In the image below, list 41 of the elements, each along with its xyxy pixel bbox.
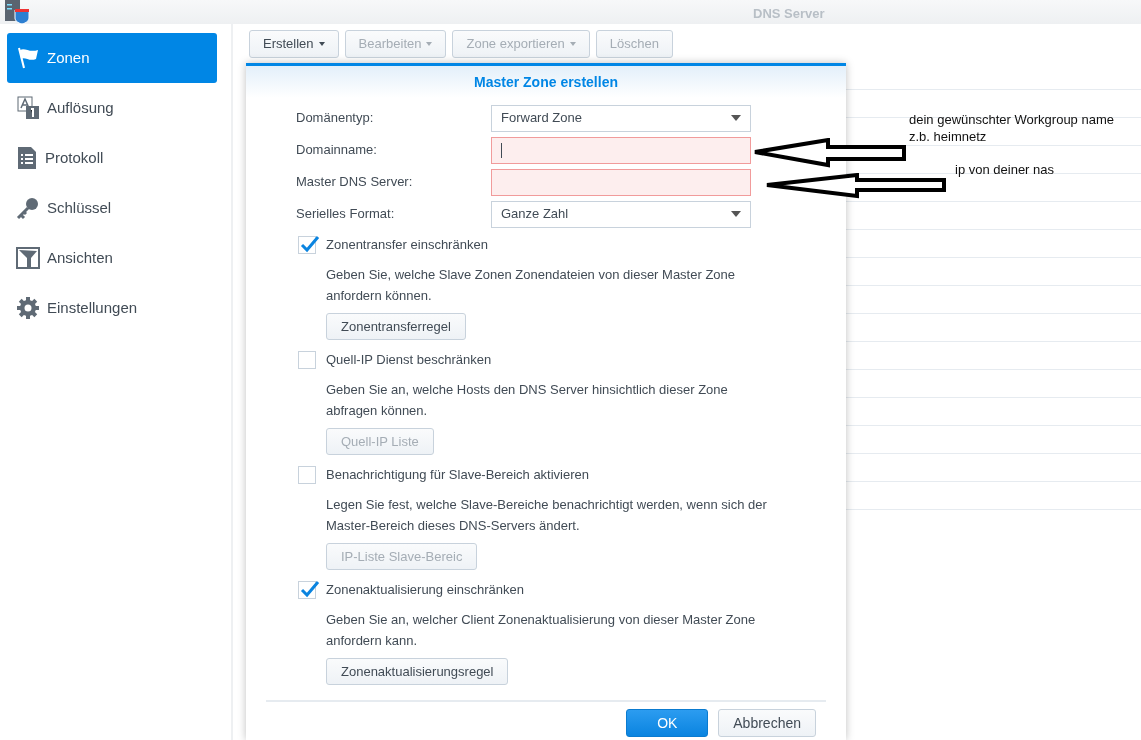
rule-button[interactable]: Zonentransferregel (326, 313, 466, 340)
checkbox-label: Zonentransfer einschränken (326, 236, 488, 255)
description-text: Legen Sie fest, welche Slave-Bereiche benachrichtigt werden, wenn sich der Master-Bereich dieses DNS-Servers ändert. (326, 496, 768, 535)
rule-button[interactable]: Zonenaktualisierungsregel (326, 658, 509, 685)
field-label: Domainname: (296, 141, 378, 160)
sidebar-item[interactable]: Protokoll (7, 133, 217, 183)
description-text: Geben Sie an, welcher Client Zonenaktualisierung von dieser Master Zone anfordern kann. (326, 611, 757, 650)
flag-icon (16, 46, 40, 70)
sidebar-item[interactable]: Schlüssel (7, 183, 217, 233)
input-field[interactable] (491, 168, 751, 196)
checkbox[interactable] (298, 466, 316, 484)
annotation-text: ip von deiner nas (955, 161, 1054, 178)
field-label: Serielles Format: (296, 205, 396, 224)
checkbox-label: Zonenaktualisierung einschränken (326, 581, 524, 600)
annotation-text: dein gewünschter Workgroup name z.b. heimnetz (909, 111, 1114, 145)
translate-icon (16, 96, 40, 120)
caret-icon (731, 211, 741, 217)
checkbox-label: Quell-IP Dienst beschränken (326, 351, 492, 370)
checkbox[interactable] (298, 351, 316, 369)
document-list-icon (16, 146, 38, 170)
checkbox[interactable] (298, 236, 316, 254)
cancel-button[interactable]: Abbrechen (718, 709, 816, 737)
field-label: Master DNS Server: (296, 173, 414, 192)
app-icon (5, 0, 31, 24)
description-text: Geben Sie an, welche Hosts den DNS Server hinsichtlich dieser Zone abfragen können. (326, 381, 729, 420)
dialog-title: Master Zone erstellen (474, 72, 618, 92)
checkbox-label: Benachrichtigung für Slave-Bereich aktivieren (326, 466, 590, 485)
sidebar-item[interactable]: Einstellungen (7, 283, 217, 333)
app-title: DNS Server (753, 5, 825, 23)
dropdown[interactable]: Forward Zone (491, 104, 751, 132)
field-label: Domänentyp: (296, 109, 375, 128)
toolbar-button[interactable]: Erstellen (249, 30, 339, 58)
description-text: Geben Sie, welche Slave Zonen Zonendateien von dieser Master Zone anfordern können. (326, 266, 737, 305)
sidebar-item[interactable]: Auflösung (7, 83, 217, 133)
sidebar-item[interactable]: Zonen (7, 33, 217, 83)
caret-icon (731, 115, 741, 121)
dropdown[interactable]: Ganze Zahl (491, 200, 751, 228)
sidebar-item[interactable]: Ansichten (7, 233, 217, 283)
checkbox[interactable] (298, 581, 316, 599)
input-field[interactable] (491, 136, 751, 164)
key-icon (16, 196, 40, 220)
